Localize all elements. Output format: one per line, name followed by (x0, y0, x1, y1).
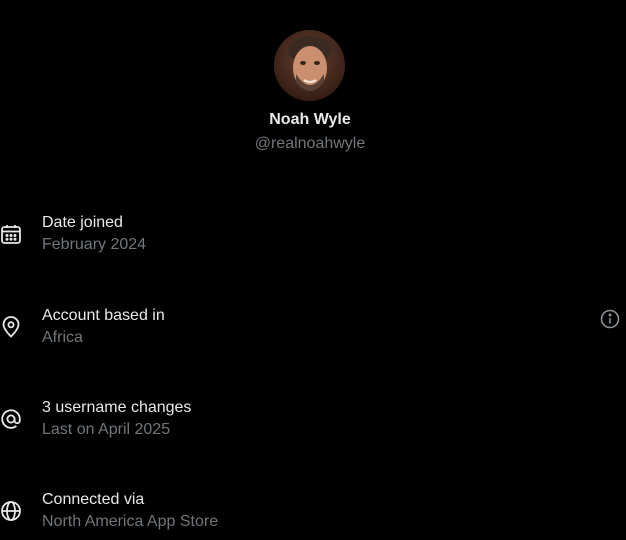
detail-subtitle: Last on April 2025 (42, 421, 171, 438)
globe-icon (0, 500, 22, 522)
info-icon[interactable] (599, 308, 621, 330)
detail-title: Date joined (42, 214, 123, 231)
detail-row-date-joined: Date joined February 2024 (0, 213, 626, 263)
detail-subtitle: North America App Store (42, 513, 219, 530)
at-sign-icon (0, 408, 22, 430)
detail-subtitle: Africa (42, 329, 83, 346)
location-pin-icon (0, 316, 22, 338)
detail-title: 3 username changes (42, 399, 192, 416)
detail-title: Connected via (42, 491, 145, 508)
profile-handle[interactable]: @realnoahwyle (0, 134, 620, 154)
avatar[interactable] (274, 30, 345, 101)
detail-row-account-based-in: Account based in Africa (0, 306, 626, 356)
calendar-icon (0, 223, 22, 245)
profile-name: Noah Wyle (269, 111, 351, 128)
detail-title: Account based in (42, 307, 165, 324)
detail-subtitle: February 2024 (42, 236, 147, 253)
detail-row-username-changes: 3 username changes Last on April 2025 (0, 398, 626, 448)
detail-row-connected-via: Connected via North America App Store (0, 490, 626, 540)
